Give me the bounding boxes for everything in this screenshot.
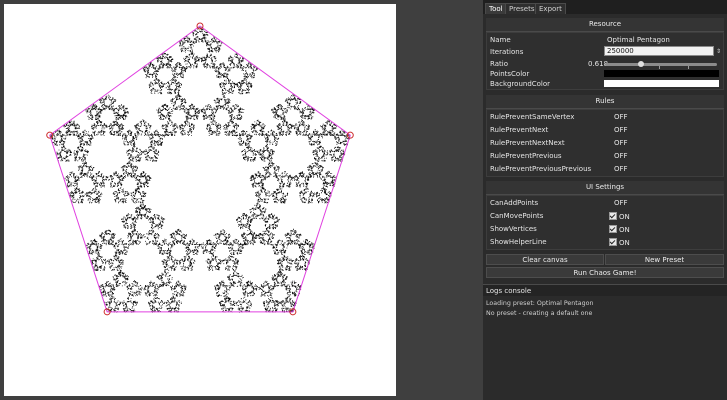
setting-checkbox[interactable]: ON bbox=[609, 212, 630, 222]
setting-value: ON bbox=[619, 239, 630, 247]
rules-section: RulePreventSameVertex OFF RulePreventNex… bbox=[486, 109, 724, 177]
ratio-slider-track[interactable] bbox=[605, 63, 717, 66]
iterations-value: 250000 bbox=[607, 47, 634, 55]
setting-checkbox[interactable]: ON bbox=[609, 238, 630, 248]
points-color-label: PointsColor bbox=[490, 70, 530, 78]
rule-label: RulePreventPrevious bbox=[490, 152, 562, 160]
setting-label: CanMovePoints bbox=[490, 212, 544, 220]
rule-label: RulePreventPreviousPrevious bbox=[490, 165, 592, 173]
iterations-stepper-icon[interactable]: ⇕ bbox=[716, 47, 721, 56]
rule-toggle[interactable]: OFF bbox=[614, 165, 628, 174]
ratio-tick bbox=[688, 66, 689, 69]
setting-label: ShowVertices bbox=[490, 225, 537, 233]
log-line: Loading preset: Optimal Pentagon bbox=[486, 300, 594, 307]
fractal-points bbox=[50, 27, 351, 313]
tab-bar: Tool Presets Export bbox=[483, 0, 727, 14]
rule-toggle[interactable]: OFF bbox=[614, 152, 628, 161]
background-color-label: BackgroundColor bbox=[490, 80, 551, 88]
tab-tool[interactable]: Tool bbox=[485, 3, 507, 14]
log-line: No preset - creating a default one bbox=[486, 310, 593, 317]
ui-settings-section: CanAddPoints OFF CanMovePoints ON ShowVe… bbox=[486, 195, 724, 250]
ratio-label: Ratio bbox=[490, 60, 508, 68]
setting-toggle[interactable]: OFF bbox=[614, 199, 628, 208]
checkbox-checked-icon bbox=[609, 225, 617, 233]
setting-value: ON bbox=[619, 226, 630, 234]
tab-presets[interactable]: Presets bbox=[505, 3, 539, 14]
name-value[interactable]: Optimal Pentagon bbox=[607, 36, 670, 45]
iterations-label: Iterations bbox=[490, 48, 524, 56]
checkbox-checked-icon bbox=[609, 212, 617, 220]
rule-toggle[interactable]: OFF bbox=[614, 126, 628, 135]
rule-toggle[interactable]: OFF bbox=[614, 113, 628, 122]
background-color-swatch[interactable] bbox=[604, 80, 719, 87]
side-panel: Tool Presets Export Resource Name Optima… bbox=[483, 0, 727, 400]
points-color-swatch[interactable] bbox=[604, 70, 719, 77]
rule-label: RulePreventSameVertex bbox=[490, 113, 575, 121]
logs-header: Logs console bbox=[483, 284, 727, 296]
resource-header: Resource bbox=[486, 18, 724, 32]
rule-label: RulePreventNextNext bbox=[490, 139, 565, 147]
pentagon-vertices[interactable] bbox=[46, 22, 354, 316]
name-label: Name bbox=[490, 36, 511, 44]
iterations-input[interactable]: 250000 bbox=[604, 46, 714, 56]
canvas-drawing[interactable] bbox=[4, 4, 396, 396]
resource-section: Name Optimal Pentagon Iterations 250000 … bbox=[486, 32, 724, 90]
clear-canvas-button[interactable]: Clear canvas bbox=[486, 254, 604, 265]
logs-console: Loading preset: Optimal Pentagon No pres… bbox=[483, 296, 727, 400]
chaos-game-canvas[interactable] bbox=[4, 4, 396, 396]
checkbox-checked-icon bbox=[609, 238, 617, 246]
setting-label: CanAddPoints bbox=[490, 199, 539, 207]
ratio-slider-handle[interactable] bbox=[638, 61, 644, 67]
ratio-tick bbox=[659, 66, 660, 69]
ui-settings-header: UI Settings bbox=[486, 181, 724, 195]
tab-export[interactable]: Export bbox=[535, 3, 566, 14]
new-preset-button[interactable]: New Preset bbox=[605, 254, 724, 265]
rule-label: RulePreventNext bbox=[490, 126, 549, 134]
setting-value: ON bbox=[619, 213, 630, 221]
setting-label: ShowHelperLine bbox=[490, 238, 547, 246]
rules-header: Rules bbox=[486, 95, 724, 109]
setting-checkbox[interactable]: ON bbox=[609, 225, 630, 235]
rule-toggle[interactable]: OFF bbox=[614, 139, 628, 148]
run-chaos-game-button[interactable]: Run Chaos Game! bbox=[486, 267, 724, 278]
